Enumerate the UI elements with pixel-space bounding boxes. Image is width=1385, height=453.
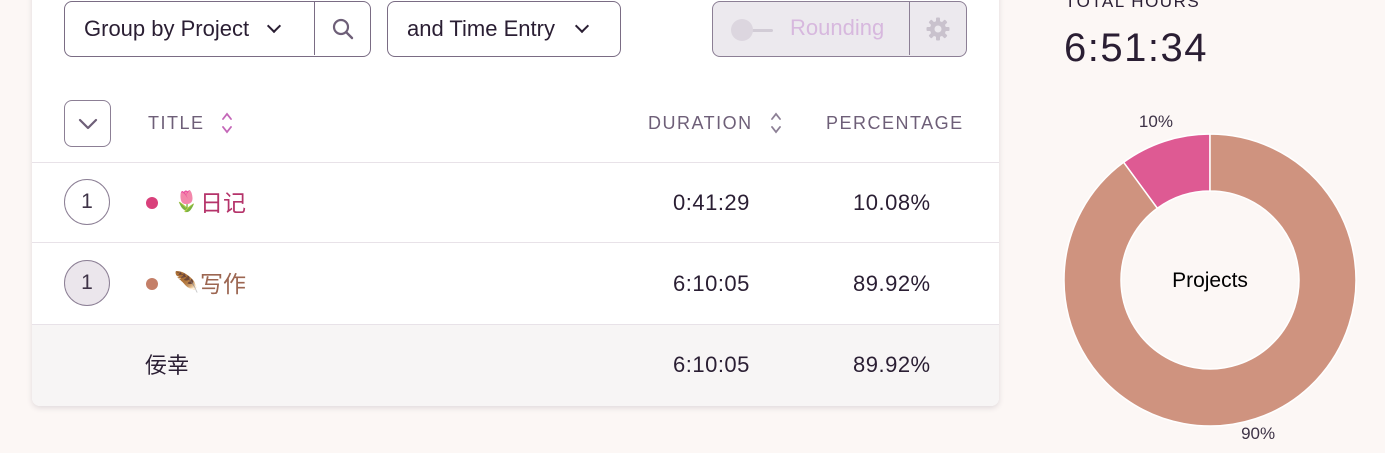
percentage-value: 89.92% [853,271,931,296]
feather-icon: 🪶 [174,272,199,294]
chart-center-label: Projects [1172,269,1248,292]
group-by-select[interactable]: Group by Project [64,1,371,57]
column-header-duration[interactable]: DURATION [648,113,753,134]
rounding-label: Rounding [790,15,885,40]
duration-value: 6:10:05 [673,352,750,377]
slice-label: 10% [1138,112,1173,132]
project-name: 日记 [200,190,246,216]
slice-label: 90% [1241,423,1276,443]
column-header-percentage: PERCENTAGE [826,113,964,133]
sort-icon[interactable] [770,111,782,135]
gear-icon [926,17,950,40]
duration-value: 6:10:05 [673,271,750,296]
project-color-dot [146,197,158,209]
chevron-down-icon [574,18,590,34]
total-hours-value: 6:51:34 [1064,26,1208,70]
table-row[interactable]: 1 🌷 日记 0:41:29 10.08% [32,163,999,243]
project-color-dot [146,278,158,290]
time-entry-row[interactable]: 佞幸 6:10:05 89.92% [32,325,999,406]
rounding-toggle[interactable] [731,19,773,41]
time-entry-title: 佞幸 [145,353,190,378]
entry-count-badge[interactable]: 1 [64,260,110,306]
table-row[interactable]: 1 🪶 写作 6:10:05 89.92% [32,244,999,325]
total-hours-title: TOTAL HOURS [1065,0,1201,11]
rounding-settings-button[interactable] [909,2,966,55]
search-button[interactable] [314,2,370,55]
entry-count-badge[interactable]: 1 [64,179,110,225]
projects-donut-chart: Projects [1063,133,1357,427]
chevron-down-icon [78,118,97,129]
table-header: TITLE DURATION PERCENTAGE [32,90,999,163]
expand-all-button[interactable] [64,100,111,147]
time-entry-label: and Time Entry [407,16,555,41]
chevron-down-icon [267,18,282,34]
percentage-value: 89.92% [853,352,931,377]
time-entry-select[interactable]: and Time Entry [387,1,621,57]
sort-icon[interactable] [221,111,233,135]
tulip-icon: 🌷 [174,191,199,213]
rounding-control: Rounding [712,1,967,57]
duration-value: 0:41:29 [673,190,750,215]
column-header-title[interactable]: TITLE [148,113,205,134]
search-icon [332,18,353,39]
percentage-value: 10.08% [853,190,931,215]
project-name: 写作 [200,271,246,297]
group-by-label: Group by Project [84,16,250,41]
